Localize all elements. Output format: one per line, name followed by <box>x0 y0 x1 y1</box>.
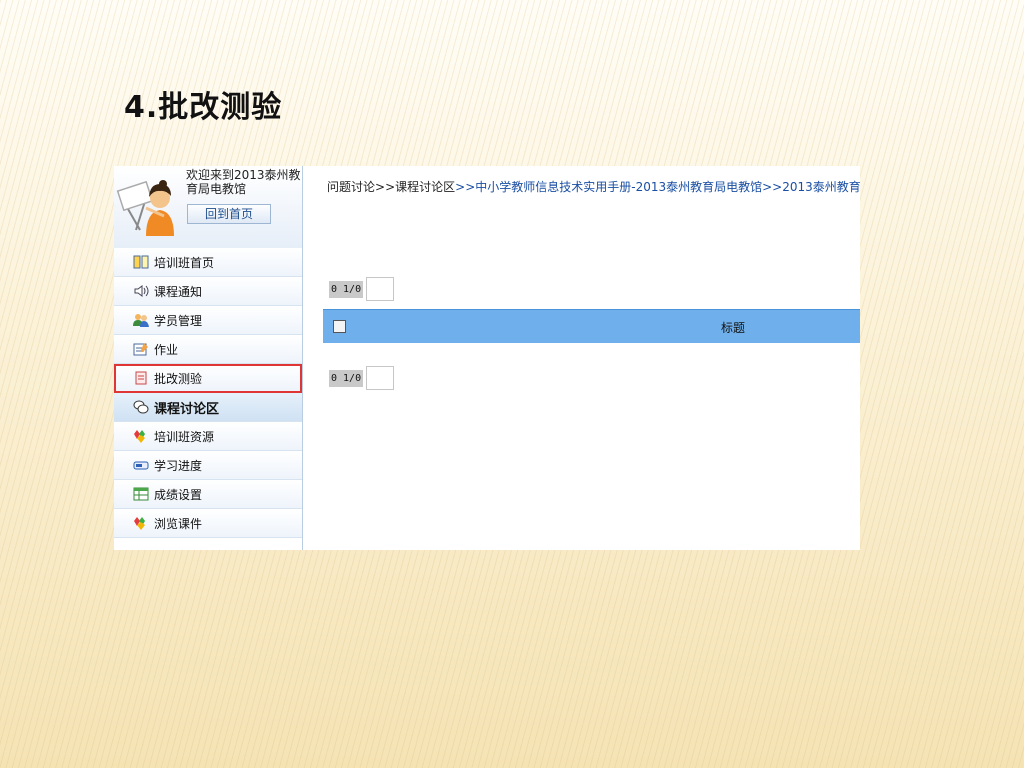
sidebar-nav: 培训班首页 课程通知 学员管理 作业 批改测验 课程讨论区 培训班资源 学习进度… <box>114 248 302 538</box>
users-icon <box>132 312 150 328</box>
sidebar-item-label: 学习进度 <box>154 458 203 473</box>
grade-quiz-icon <box>132 370 150 386</box>
sidebar-item-course-discussion[interactable]: 课程讨论区 <box>114 393 302 422</box>
gems-icon <box>132 428 150 444</box>
sidebar-item-grade-settings[interactable]: 成绩设置 <box>114 480 302 509</box>
page-jump-input[interactable] <box>366 366 395 390</box>
welcome-text: 欢迎来到2013泰州教育局电教馆 <box>186 168 301 196</box>
sidebar-item-student-management[interactable]: 学员管理 <box>114 306 302 335</box>
profile-panel: 欢迎来到2013泰州教育局电教馆 回到首页 <box>114 166 302 248</box>
breadcrumb-separator: >> <box>375 180 396 194</box>
sidebar-item-label: 浏览课件 <box>154 516 203 531</box>
breadcrumb-item[interactable]: 问题讨论 <box>327 180 375 194</box>
pager-top: 0 1/0 <box>329 277 395 301</box>
sidebar-item-browse-courseware[interactable]: 浏览课件 <box>114 509 302 538</box>
sidebar-item-learning-progress[interactable]: 学习进度 <box>114 451 302 480</box>
progress-icon <box>132 457 150 473</box>
sidebar-item-course-notice[interactable]: 课程通知 <box>114 277 302 306</box>
column-title: 标题 <box>721 321 746 335</box>
sidebar-item-label: 成绩设置 <box>154 487 203 502</box>
book-icon <box>132 254 150 270</box>
sidebar-item-label: 培训班首页 <box>154 255 215 270</box>
breadcrumb-link[interactable]: 2013泰州教育 <box>782 180 860 194</box>
breadcrumb: 问题讨论>>课程讨论区>>中小学教师信息技术实用手册-2013泰州教育局电教馆>… <box>327 178 860 195</box>
sidebar-item-label: 作业 <box>154 342 179 357</box>
sidebar-item-label: 批改测验 <box>154 371 203 386</box>
table-header: 标题 <box>323 309 860 343</box>
gems-icon <box>132 515 150 531</box>
sidebar-item-label: 课程讨论区 <box>154 401 220 417</box>
home-button[interactable]: 回到首页 <box>187 204 271 224</box>
chat-icon <box>132 399 150 415</box>
main-content: 问题讨论>>课程讨论区>>中小学教师信息技术实用手册-2013泰州教育局电教馆>… <box>303 166 860 550</box>
sidebar-item-grade-quiz[interactable]: 批改测验 <box>114 364 302 393</box>
page-indicator: 0 1/0 <box>329 280 364 298</box>
breadcrumb-item[interactable]: 课程讨论区 <box>395 180 455 194</box>
sidebar: 欢迎来到2013泰州教育局电教馆 回到首页 培训班首页 课程通知 学员管理 作业… <box>114 166 303 550</box>
sidebar-item-label: 课程通知 <box>154 284 203 299</box>
sidebar-item-homework[interactable]: 作业 <box>114 335 302 364</box>
notepad-icon <box>132 341 150 357</box>
pager-bottom: 0 1/0 <box>329 366 395 390</box>
page-jump-input[interactable] <box>366 277 395 301</box>
page-indicator: 0 1/0 <box>329 369 364 387</box>
breadcrumb-link[interactable]: 中小学教师信息技术实用手册-2013泰州教育局电教馆 <box>475 180 762 194</box>
sidebar-item-label: 培训班资源 <box>154 429 215 444</box>
teacher-avatar-icon <box>116 180 174 236</box>
speaker-icon <box>132 283 150 299</box>
breadcrumb-separator: >> <box>455 180 476 194</box>
sidebar-item-training-home[interactable]: 培训班首页 <box>114 248 302 277</box>
sidebar-item-training-resources[interactable]: 培训班资源 <box>114 422 302 451</box>
select-all-checkbox[interactable] <box>333 320 346 333</box>
slide-title: 4.批改测验 <box>124 90 283 125</box>
app-screenshot: 欢迎来到2013泰州教育局电教馆 回到首页 培训班首页 课程通知 学员管理 作业… <box>114 166 860 550</box>
breadcrumb-separator: >> <box>762 180 783 194</box>
sidebar-item-label: 学员管理 <box>154 313 203 328</box>
grid-icon <box>132 486 150 502</box>
